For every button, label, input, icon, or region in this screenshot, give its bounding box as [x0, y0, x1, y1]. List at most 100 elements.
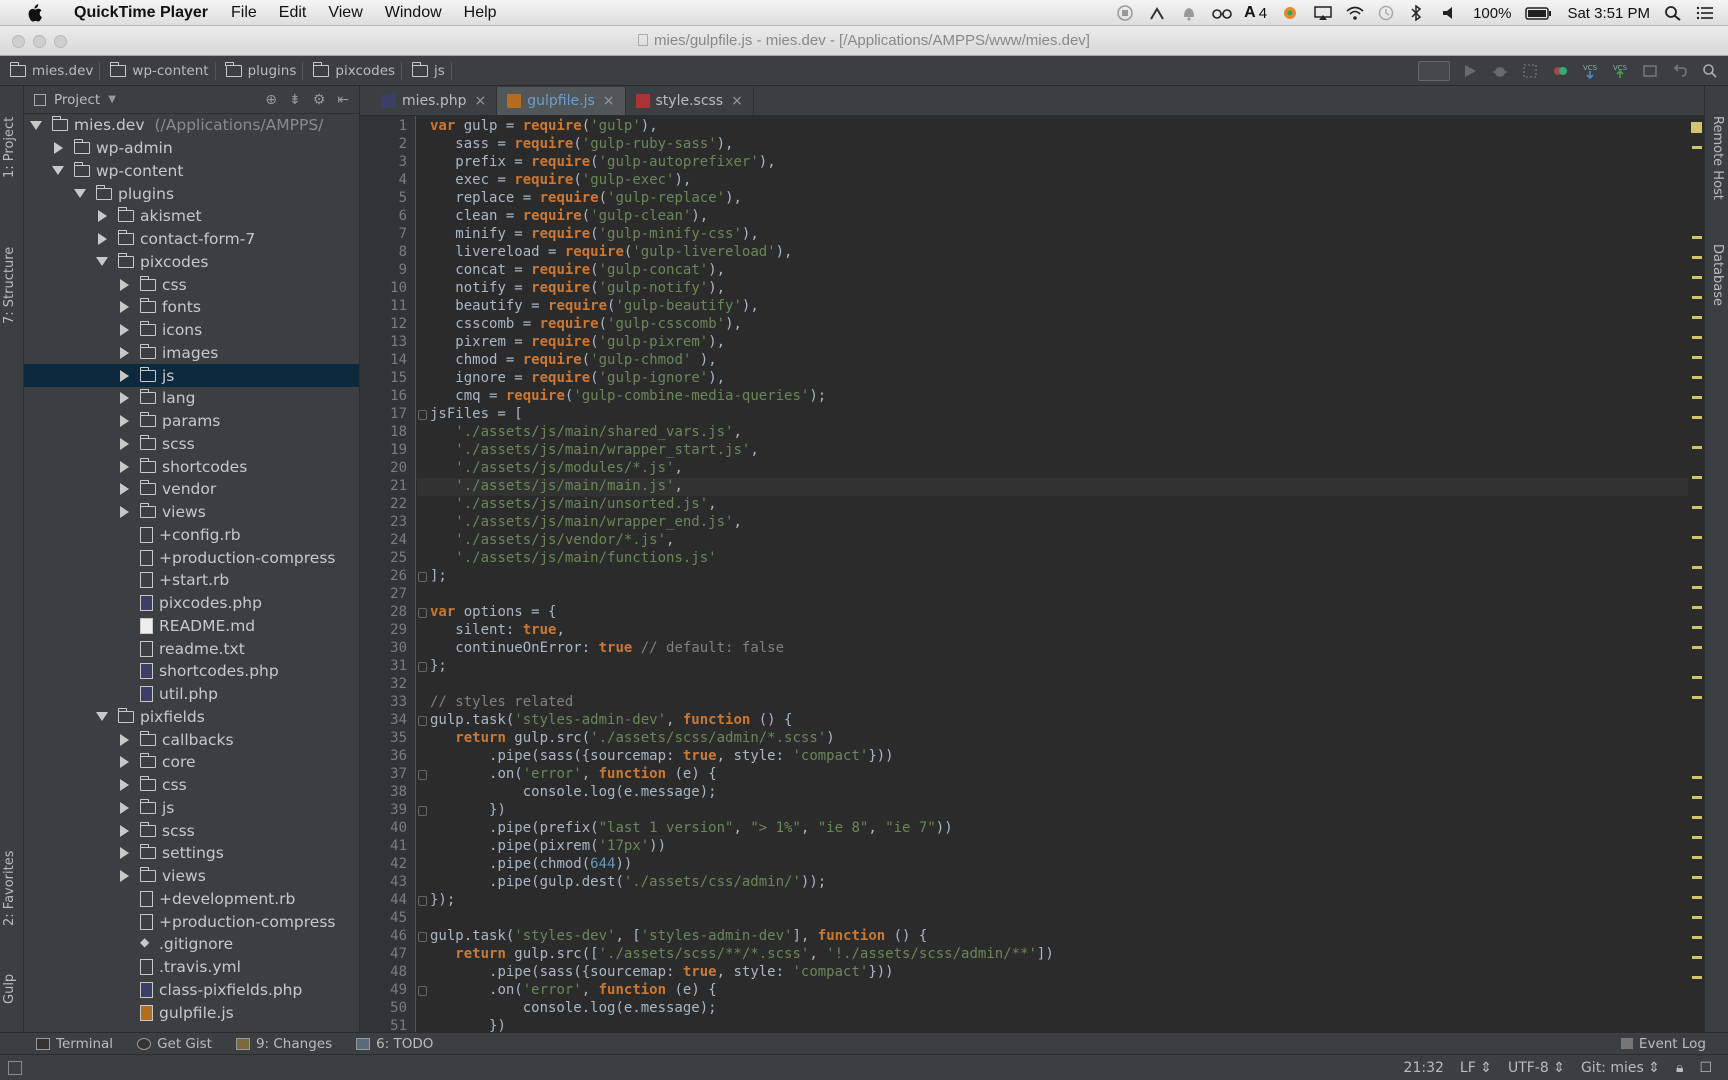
tree-folder[interactable]: core — [24, 751, 359, 774]
gulp-tool-tab[interactable]: Gulp — [2, 974, 17, 1004]
code-line[interactable]: beautify = require('gulp-beautify'), — [430, 298, 758, 316]
collapsed-arrow-icon[interactable] — [118, 347, 130, 359]
event-log-button[interactable]: Event Log — [1620, 1036, 1706, 1052]
tree-folder[interactable]: settings — [24, 842, 359, 865]
tree-folder[interactable]: images — [24, 342, 359, 365]
code-line[interactable]: clean = require('gulp-clean'), — [430, 208, 708, 226]
expanded-arrow-icon[interactable] — [96, 256, 108, 268]
breadcrumb-item[interactable]: plugins — [216, 61, 304, 80]
code-line[interactable]: './assets/js/vendor/*.js', — [430, 532, 674, 550]
code-line[interactable]: pixrem = require('gulp-pixrem'), — [430, 334, 725, 352]
tree-file[interactable]: shortcodes.php — [24, 660, 359, 683]
collapse-all-icon[interactable]: ⇟ — [289, 92, 301, 108]
tree-folder[interactable]: mies.dev (/Applications/AMPPS/ — [24, 114, 359, 137]
tree-folder[interactable]: icons — [24, 319, 359, 342]
code-line[interactable]: replace = require('gulp-replace'), — [430, 190, 742, 208]
breadcrumb-item[interactable]: wp-content — [100, 61, 216, 80]
warning-stripe-mark[interactable] — [1692, 916, 1702, 919]
collapsed-arrow-icon[interactable] — [118, 483, 130, 495]
code-line[interactable]: './assets/js/main/wrapper_start.js', — [430, 442, 758, 460]
warning-stripe-mark[interactable] — [1692, 856, 1702, 859]
warning-stripe-mark[interactable] — [1692, 416, 1702, 419]
code-line[interactable]: gulp.task('styles-dev', ['styles-admin-d… — [430, 928, 927, 946]
git-branch[interactable]: Git: mies ⇕ — [1581, 1060, 1660, 1076]
collapsed-arrow-icon[interactable] — [118, 779, 130, 791]
tree-folder[interactable]: wp-content — [24, 160, 359, 183]
changes-tool-button[interactable]: 9: Changes — [235, 1036, 332, 1052]
collapsed-arrow-icon[interactable] — [118, 734, 130, 746]
collapsed-arrow-icon[interactable] — [118, 370, 130, 382]
collapsed-arrow-icon[interactable] — [96, 233, 108, 245]
tree-folder[interactable]: views — [24, 501, 359, 524]
warning-stripe-mark[interactable] — [1692, 566, 1702, 569]
code-line[interactable]: var options = { — [430, 604, 556, 622]
profiler-icon[interactable] — [1550, 61, 1570, 81]
menu-edit[interactable]: Edit — [268, 4, 318, 22]
collapsed-arrow-icon[interactable] — [118, 279, 130, 291]
code-line[interactable]: './assets/js/main/wrapper_end.js', — [430, 514, 742, 532]
clock[interactable]: Sat 3:51 PM — [1567, 5, 1650, 22]
notification-center-icon[interactable] — [1696, 5, 1714, 21]
get-gist-tool-button[interactable]: Get Gist — [137, 1036, 212, 1052]
tree-folder[interactable]: params — [24, 410, 359, 433]
code-line[interactable]: minify = require('gulp-minify-css'), — [430, 226, 758, 244]
tree-folder[interactable]: pixcodes — [24, 251, 359, 274]
close-tab-icon[interactable]: × — [603, 93, 615, 109]
warning-stripe-mark[interactable] — [1692, 976, 1702, 979]
collapsed-arrow-icon[interactable] — [118, 301, 130, 313]
bell-icon[interactable] — [1180, 5, 1198, 21]
warning-stripe-mark[interactable] — [1692, 336, 1702, 339]
tree-file[interactable]: +start.rb — [24, 569, 359, 592]
code-line[interactable]: silent: true, — [430, 622, 565, 640]
warning-stripe-mark[interactable] — [1692, 776, 1702, 779]
fold-marker-icon[interactable] — [418, 932, 427, 942]
collapsed-arrow-icon[interactable] — [118, 802, 130, 814]
lock-icon[interactable]: 🔒︎ — [1676, 1060, 1683, 1076]
collapsed-arrow-icon[interactable] — [118, 506, 130, 518]
fold-marker-icon[interactable] — [418, 662, 427, 672]
code-line[interactable]: './assets/js/main/functions.js' — [430, 550, 716, 568]
expanded-arrow-icon[interactable] — [96, 711, 108, 723]
code-line[interactable]: }) — [430, 1018, 506, 1032]
spotlight-search-icon[interactable] — [1664, 5, 1682, 21]
vcs-update-icon[interactable]: VCS — [1580, 61, 1600, 81]
breadcrumb-item[interactable]: js — [402, 61, 452, 80]
tree-folder[interactable]: css — [24, 774, 359, 797]
code-line[interactable]: './assets/js/modules/*.js', — [430, 460, 683, 478]
record-icon[interactable] — [1116, 5, 1134, 21]
code-line[interactable]: cmq = require('gulp-combine-media-querie… — [430, 388, 826, 406]
code-line[interactable]: jsFiles = [ — [430, 406, 523, 424]
code-line[interactable]: }; — [430, 658, 447, 676]
tree-folder[interactable]: contact-form-7 — [24, 228, 359, 251]
chevron-down-icon[interactable]: ▼ — [108, 94, 116, 105]
coverage-icon[interactable] — [1520, 61, 1540, 81]
collapsed-arrow-icon[interactable] — [118, 847, 130, 859]
warning-stripe-mark[interactable] — [1692, 586, 1702, 589]
battery-icon[interactable] — [1525, 5, 1553, 21]
warning-stripe-mark[interactable] — [1692, 256, 1702, 259]
pinwheel-icon[interactable] — [1281, 5, 1299, 21]
inspection-status-icon[interactable] — [1691, 122, 1702, 133]
toggle-tool-windows-icon[interactable] — [8, 1060, 22, 1075]
tree-folder[interactable]: js — [24, 364, 359, 387]
warning-stripe-mark[interactable] — [1692, 536, 1702, 539]
expanded-arrow-icon[interactable] — [30, 119, 42, 131]
code-line[interactable]: .pipe(pixrem('17px')) — [430, 838, 666, 856]
apple-menu-icon[interactable] — [26, 3, 46, 22]
project-panel-title[interactable]: Project — [54, 92, 100, 108]
warning-stripe-mark[interactable] — [1692, 956, 1702, 959]
database-tool-tab[interactable]: Database — [1710, 244, 1725, 306]
menu-help[interactable]: Help — [453, 4, 508, 22]
code-line[interactable]: }); — [430, 892, 455, 910]
search-everywhere-icon[interactable] — [1700, 61, 1720, 81]
warning-stripe-mark[interactable] — [1692, 356, 1702, 359]
code-line[interactable]: exec = require('gulp-exec'), — [430, 172, 691, 190]
code-line[interactable]: concat = require('gulp-concat'), — [430, 262, 725, 280]
editor-tab[interactable]: mies.php × — [372, 87, 498, 115]
fold-marker-icon[interactable] — [418, 572, 427, 582]
settings-gear-icon[interactable]: ⚙ — [313, 92, 326, 108]
tree-file[interactable]: +config.rb — [24, 524, 359, 547]
minimize-window-button[interactable] — [33, 35, 46, 48]
volume-icon[interactable] — [1441, 5, 1459, 21]
tree-folder[interactable]: views — [24, 865, 359, 888]
